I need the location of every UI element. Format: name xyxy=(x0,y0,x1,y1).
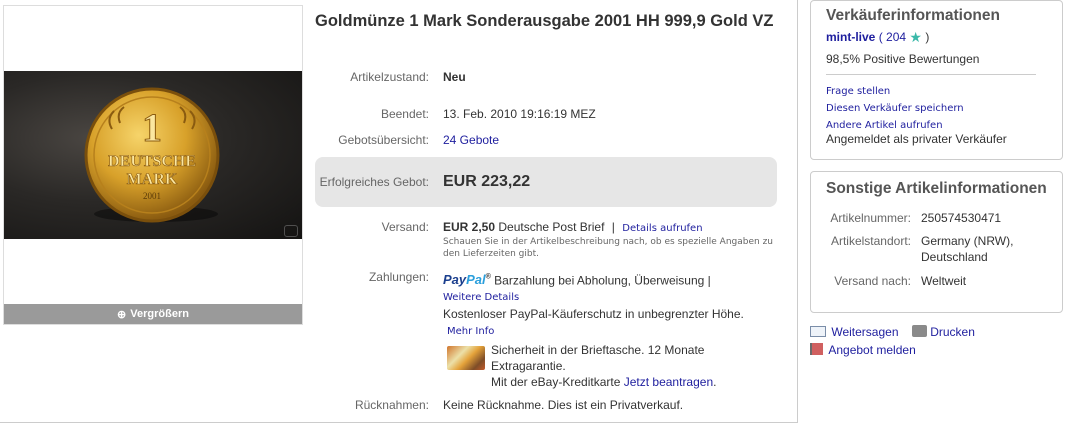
feedback-score-link[interactable]: 204 xyxy=(886,30,906,44)
feedback-open-paren: ( xyxy=(878,30,883,44)
share-link[interactable]: Weitersagen xyxy=(831,325,898,339)
seller-info-box: Verkäuferinformationen mint-live ( 204 ★… xyxy=(810,0,1063,160)
envelope-icon xyxy=(810,326,826,337)
ships-to-label: Versand nach: xyxy=(834,274,911,288)
seller-name-line: mint-live ( 204 ★ ) xyxy=(826,29,1047,46)
apply-suffix: . xyxy=(713,375,717,390)
condition-label: Artikelzustand: xyxy=(350,70,429,84)
credit-card-promo: Sicherheit in der Brieftasche. 12 Monate… xyxy=(491,343,705,374)
item-image-frame: 1 DEUTSCHE MARK 2001 ⊕ Vergrößern xyxy=(3,5,303,325)
ended-row: Beendet: 13. Feb. 2010 19:16:19 MEZ xyxy=(315,107,785,121)
paypal-registered-mark: ® xyxy=(485,274,491,281)
winning-bid-label: Erfolgreiches Gebot: xyxy=(319,175,429,189)
paypal-pal-text: Pal xyxy=(466,272,486,288)
winning-bid-price: EUR 223,22 xyxy=(443,173,531,190)
seller-registered-as: Angemeldet als privater Verkäufer xyxy=(826,132,1007,146)
seller-username-link[interactable]: mint-live xyxy=(826,30,875,44)
seller-divider xyxy=(826,74,1036,75)
magnifier-icon: ⊕ xyxy=(117,308,127,321)
item-number-label: Artikelnummer: xyxy=(830,211,911,225)
item-location-label: Artikelstandort: xyxy=(830,234,911,248)
payment-more-details-link[interactable]: Weitere Details xyxy=(443,292,519,303)
other-item-info-box: Sonstige Artikelinformationen Artikelnum… xyxy=(810,171,1063,313)
payment-methods: Barzahlung bei Abholung, Überweisung | xyxy=(494,273,711,288)
bids-label: Gebotsübersicht: xyxy=(338,133,429,147)
condition-row: Artikelzustand: Neu xyxy=(315,70,785,84)
watermark-icon xyxy=(284,225,298,237)
item-location-value: Germany (NRW), Deutschland xyxy=(921,234,1014,264)
positive-feedback: 98,5% Positive Bewertungen xyxy=(826,52,980,66)
feedback-star-icon: ★ xyxy=(909,29,922,45)
ships-to-row: Versand nach: Weltweit xyxy=(826,274,1047,288)
ask-question-link[interactable]: Frage stellen xyxy=(826,83,1047,100)
item-title: Goldmünze 1 Mark Sonderausgabe 2001 HH 9… xyxy=(315,12,774,30)
item-number-value: 250574530471 xyxy=(921,211,1002,225)
ended-label: Beendet: xyxy=(380,107,429,121)
coin-text-year: 2001 xyxy=(143,191,161,201)
paypal-logo: PayPal® xyxy=(443,272,491,287)
condition-value: Neu xyxy=(443,70,466,84)
other-info-heading: Sonstige Artikelinformationen xyxy=(826,180,1047,197)
paypal-buyer-protection: Kostenloser PayPal-Käuferschutz in unbeg… xyxy=(443,307,744,322)
coin-text-mark: MARK xyxy=(127,171,178,188)
coin-text-deutsche: DEUTSCHE xyxy=(108,153,196,170)
item-main-panel: 1 DEUTSCHE MARK 2001 ⊕ Vergrößern Goldmü… xyxy=(0,0,798,423)
payment-row: Zahlungen: PayPal® Barzahlung bei Abholu… xyxy=(315,270,785,390)
shipping-details-link[interactable]: Details aufrufen xyxy=(622,223,702,234)
returns-value: Keine Rücknahme. Dies ist ein Privatverk… xyxy=(443,398,684,412)
returns-label: Rücknahmen: xyxy=(354,398,429,412)
bids-row: Gebotsübersicht: 24 Gebote xyxy=(315,133,785,147)
item-photo[interactable]: 1 DEUTSCHE MARK 2001 xyxy=(4,71,302,239)
coin-text-1: 1 xyxy=(142,105,162,150)
shipping-cost: EUR 2,50 xyxy=(443,220,496,234)
report-listing-link[interactable]: Angebot melden xyxy=(828,343,915,357)
ended-value: 13. Feb. 2010 19:16:19 MEZ xyxy=(443,107,596,121)
shipping-row: Versand: EUR 2,50 Deutsche Post Brief | … xyxy=(315,220,785,260)
paypal-pay-text: Pay xyxy=(443,272,467,288)
printer-icon xyxy=(911,325,927,337)
feedback-close-paren: ) xyxy=(925,30,930,44)
buyer-protection-info-link[interactable]: Mehr Info xyxy=(447,326,494,337)
enlarge-label: Vergrößern xyxy=(130,308,189,320)
shipping-note: Schauen Sie in der Artikelbeschreibung n… xyxy=(443,237,774,259)
shipping-label: Versand: xyxy=(381,220,429,234)
returns-row: Rücknahmen: Keine Rücknahme. Dies ist ei… xyxy=(315,398,785,412)
seller-info-heading: Verkäuferinformationen xyxy=(826,7,1000,24)
shipping-method: Deutsche Post Brief xyxy=(498,220,605,234)
ships-to-value: Weltweit xyxy=(921,274,967,288)
apply-credit-card-link[interactable]: Jetzt beantragen xyxy=(624,375,713,389)
gold-coin-image: 1 DEUTSCHE MARK 2001 xyxy=(84,87,220,223)
payment-label: Zahlungen: xyxy=(368,270,429,284)
ebay-credit-card-icon xyxy=(447,346,485,371)
winning-bid-box: Erfolgreiches Gebot: EUR 223,22 xyxy=(315,157,777,207)
print-link[interactable]: Drucken xyxy=(930,325,975,339)
shipping-separator: | xyxy=(611,220,615,234)
credit-card-promo-line2: Mit der eBay-Kreditkarte xyxy=(491,375,621,390)
enlarge-image-button[interactable]: ⊕ Vergrößern xyxy=(4,304,302,324)
bid-history-link[interactable]: 24 Gebote xyxy=(443,133,499,147)
item-actions: Weitersagen Drucken Angebot melden xyxy=(810,325,1063,357)
save-seller-link[interactable]: Diesen Verkäufer speichern xyxy=(826,100,1047,117)
report-flag-icon xyxy=(810,343,823,355)
item-location-row: Artikelstandort: Germany (NRW), Deutschl… xyxy=(826,234,1047,265)
item-number-row: Artikelnummer: 250574530471 xyxy=(826,211,1047,225)
